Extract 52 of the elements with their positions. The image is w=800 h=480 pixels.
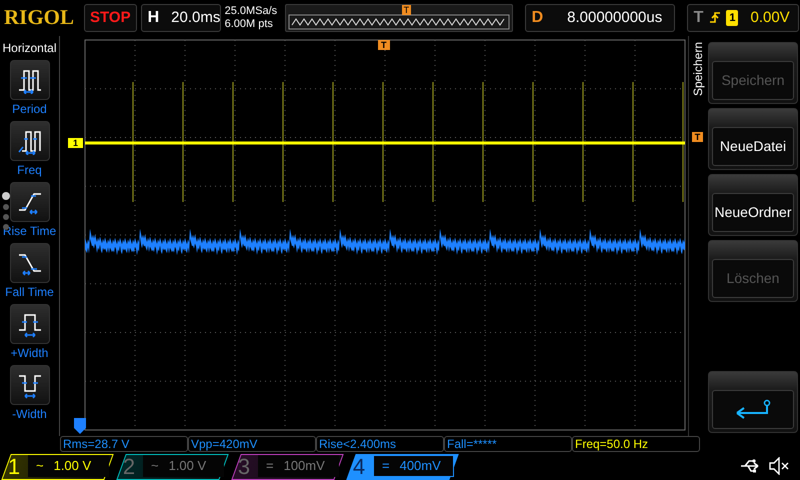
speaker-muted-icon [768,457,790,475]
channel-scale: 1.00 V [54,457,92,476]
measurement-readout: Freq=50.0 Hz [572,436,700,452]
page-dot[interactable] [3,204,9,210]
memory-depth: 6.00M pts [224,18,274,31]
channel-tab[interactable]: 1 ~ 1.00 V [0,452,115,480]
timebase-panel[interactable]: H 20.0ms [140,4,221,32]
measurement-readout: Fall=***** [444,436,572,452]
page-dot[interactable] [2,192,10,200]
menu-button[interactable]: NeueOrdner [708,174,798,236]
trigger-label: T [692,8,704,28]
channel-scale: 1.00 V [168,457,206,476]
timebase-value: 20.0ms [170,8,222,28]
measure-button[interactable]: Freq [0,121,60,179]
trigger-position-marker: T [378,40,390,50]
timebase-label: H [146,8,160,28]
back-button[interactable] [708,371,798,433]
ground-marker-icon [74,418,86,434]
measure-button[interactable]: Fall Time [0,243,60,301]
measure-button[interactable]: Period [0,60,60,118]
channel-scale: 400mV [400,457,441,476]
brand-logo: RIGOL [4,4,76,32]
channel-tab[interactable]: 4 = 400mV [345,452,460,480]
measure-button[interactable]: -Width [0,365,60,423]
trigger-panel[interactable]: T 1 0.00V [686,4,799,32]
delay-value: 8.00000000us [566,8,664,28]
page-dot[interactable] [3,224,9,230]
menu-title: Speichern [690,42,706,96]
delay-label: D [530,8,544,28]
trigger-level: 0.00V [749,8,791,28]
run-status[interactable]: STOP [84,4,137,32]
trigger-source: 1 [726,10,738,26]
measurement-readout: Vpp=420mV [188,436,316,452]
coupling-symbol: = [266,457,274,476]
delay-panel[interactable]: D 8.00000000us [524,4,675,32]
measurement-readout: Rise<2.400ms [316,436,444,452]
sample-rate: 25.0MSa/s [224,5,278,18]
menu-title: Horizontal [2,40,57,57]
channel-tab[interactable]: 3 = 100mV [230,452,345,480]
coupling-symbol: = [382,457,390,476]
channel-scale: 100mV [284,457,325,476]
measure-button[interactable]: +Width [0,304,60,362]
measurement-readout: Rms=28.7 V [60,436,188,452]
trigger-level-marker: T [692,132,704,142]
coupling-symbol: ~ [151,457,159,476]
menu-button[interactable]: NeueDatei [708,108,798,170]
coupling-symbol: ~ [36,457,44,476]
channel-tab[interactable]: 2 ~ 1.00 V [115,452,230,480]
page-dot[interactable] [3,214,9,220]
channel-marker: 1 [68,138,84,148]
rising-edge-icon [709,11,722,25]
trigger-position-marker: T [402,5,412,15]
